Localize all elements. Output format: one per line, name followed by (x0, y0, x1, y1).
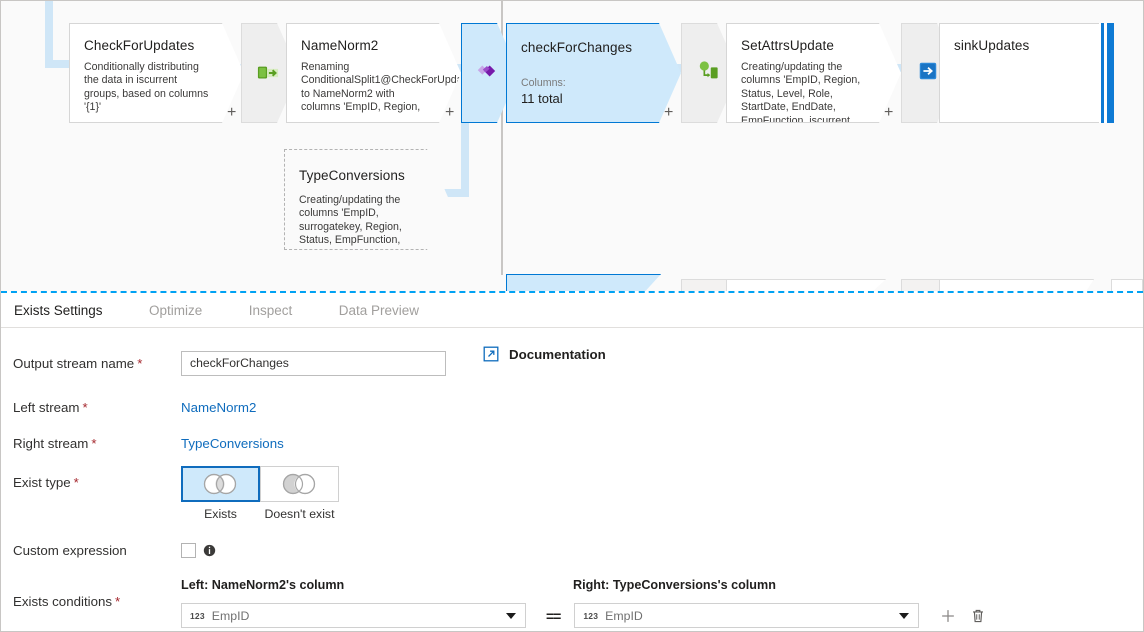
plus-icon[interactable] (939, 607, 957, 625)
canvas-node-partial-a[interactable] (681, 279, 729, 291)
row-exists-conditions: Exists conditions * Left: NameNorm2's col… (1, 578, 1143, 628)
exist-type-label-doesnt-exist: Doesn't exist (264, 507, 335, 521)
node-description: Conditionally distributing the data in i… (84, 61, 209, 114)
settings-panel: Exists Settings Optimize Inspect Data Pr… (1, 295, 1143, 631)
node-description: Creating/updating the columns 'EmpID, su… (299, 194, 402, 247)
output-stream-name-input[interactable] (181, 350, 446, 376)
external-link-icon (483, 346, 499, 362)
row-exist-type: Exist type * Exists Doesn't exist (1, 466, 1143, 521)
node-description: Renaming ConditionalSplit1@CheckForUpdat… (301, 61, 461, 114)
venn-left-only-icon (282, 473, 315, 495)
exists-conditions-grid: Left: NameNorm2's column Right: TypeConv… (181, 578, 987, 628)
required-marker: * (82, 399, 88, 415)
tab-data-preview[interactable]: Data Preview (339, 295, 419, 318)
chevron-down-icon (899, 612, 910, 619)
canvas-node-typeconversions[interactable]: TypeConversions Creating/updating the co… (284, 149, 449, 250)
canvas-node-partial-b[interactable] (726, 279, 886, 291)
derived-column-icon (699, 61, 718, 79)
node-description: Creating/updating the columns 'EmpID, Re… (741, 61, 861, 123)
node-columns-value: 11 total (521, 91, 563, 106)
left-column-select[interactable]: 123 EmpID (181, 603, 526, 628)
left-column-type-badge: 123 (190, 610, 205, 621)
canvas-node-namenorm2[interactable]: NameNorm2 Renaming ConditionalSplit1@Che… (286, 23, 461, 123)
canvas-node-partial-e[interactable] (1111, 279, 1143, 291)
row-output-stream-name: Output stream name* Documentation (1, 346, 1143, 380)
node-title: checkForChanges (521, 40, 633, 55)
right-column-type-badge: 123 (583, 610, 599, 621)
connector-incoming-elbow (45, 60, 73, 68)
exist-type-option-exists[interactable] (181, 466, 260, 502)
row-custom-expression: Custom expression (1, 533, 1143, 567)
exist-type-label-exists: Exists (204, 507, 237, 521)
canvas-node-checkforupdates[interactable]: CheckForUpdates Conditionally distributi… (69, 23, 244, 123)
label-text: Exists conditions (13, 594, 113, 609)
condition-operator: == (546, 607, 561, 624)
node-add-button-2[interactable]: + (445, 105, 454, 121)
canvas-node-checkforchanges[interactable]: checkForChanges Columns: 11 total (506, 23, 681, 123)
custom-expression-checkbox[interactable] (181, 542, 196, 558)
documentation-link[interactable]: Documentation (483, 346, 606, 362)
tab-inspect[interactable]: Inspect (249, 295, 293, 318)
node-title: CheckForUpdates (84, 38, 195, 53)
required-marker: * (91, 435, 97, 451)
node-add-button-3[interactable]: + (664, 105, 673, 121)
tab-exists-settings[interactable]: Exists Settings (14, 295, 103, 318)
left-column-header: Left: NameNorm2's column (181, 578, 345, 592)
panel-tabs: Exists Settings Optimize Inspect Data Pr… (1, 295, 1143, 328)
label-output-stream-name: Output stream name * (1, 356, 181, 371)
required-marker: * (115, 594, 121, 609)
exist-type-option-doesnt-exist[interactable] (260, 466, 339, 502)
node-title: NameNorm2 (301, 38, 379, 53)
canvas-node-setattrsupdate[interactable]: SetAttrsUpdate Creating/updating the col… (726, 23, 901, 123)
left-stream-value[interactable]: NameNorm2 (181, 400, 256, 415)
exist-type-choices (181, 466, 339, 502)
exists-condition-row: 123 EmpID == 123 EmpID (181, 603, 987, 628)
node-title: sinkUpdates (954, 38, 1030, 53)
canvas-node-sinkupdates[interactable]: sinkUpdates (939, 23, 1104, 123)
row-left-stream: Left stream * NameNorm2 (1, 390, 1143, 424)
left-column-value: EmpID (211, 608, 250, 623)
chevron-down-icon (506, 612, 516, 619)
row-right-stream: Right stream * TypeConversions (1, 426, 1143, 460)
required-marker: * (73, 475, 79, 490)
label-text: Custom expression (13, 542, 127, 558)
right-stream-value[interactable]: TypeConversions (181, 436, 284, 451)
node-columns-label: Columns: (521, 77, 566, 89)
right-column-header: Right: TypeConversions's column (573, 578, 776, 592)
dataflow-canvas[interactable]: CheckForUpdates Conditionally distributi… (1, 1, 1143, 291)
trash-icon[interactable] (969, 607, 987, 625)
canvas-vertical-scroll-bar[interactable] (1107, 23, 1114, 123)
label-left-stream: Left stream * (1, 400, 181, 415)
label-exists-conditions: Exists conditions * (1, 578, 181, 609)
label-custom-expression: Custom expression (1, 543, 181, 558)
connector-incoming (45, 1, 53, 64)
venn-intersection-icon (203, 473, 236, 495)
required-marker: * (137, 355, 143, 371)
label-text: Right stream (13, 435, 89, 451)
label-right-stream: Right stream * (1, 436, 181, 451)
label-text: Exist type (13, 475, 71, 490)
label-text: Left stream (13, 399, 80, 415)
label-exist-type: Exist type * (1, 466, 181, 490)
exists-settings-form: Output stream name* Documentation Left s… (1, 328, 1143, 628)
node-title: TypeConversions (299, 168, 405, 183)
node-add-button-1[interactable]: + (227, 105, 236, 121)
canvas-node-partial-d[interactable] (939, 279, 1094, 291)
select-icon (257, 66, 279, 79)
node-title: SetAttrsUpdate (741, 38, 834, 53)
sink-icon (919, 62, 937, 80)
exist-type-labels: Exists Doesn't exist (181, 507, 339, 521)
canvas-vertical-scroll-thumb[interactable] (1101, 23, 1104, 123)
tab-optimize[interactable]: Optimize (149, 295, 202, 318)
right-column-select[interactable]: 123 EmpID (574, 603, 920, 628)
documentation-label: Documentation (509, 346, 606, 362)
exists-icon (477, 65, 496, 77)
info-icon[interactable] (203, 544, 216, 557)
data-flow-designer: CheckForUpdates Conditionally distributi… (0, 0, 1144, 632)
canvas-node-partial-selected[interactable] (506, 274, 661, 291)
node-add-button-4[interactable]: + (884, 105, 893, 121)
label-text: Output stream name (13, 355, 135, 371)
right-column-value: EmpID (605, 608, 643, 623)
exist-type-group: Exists Doesn't exist (181, 466, 339, 521)
